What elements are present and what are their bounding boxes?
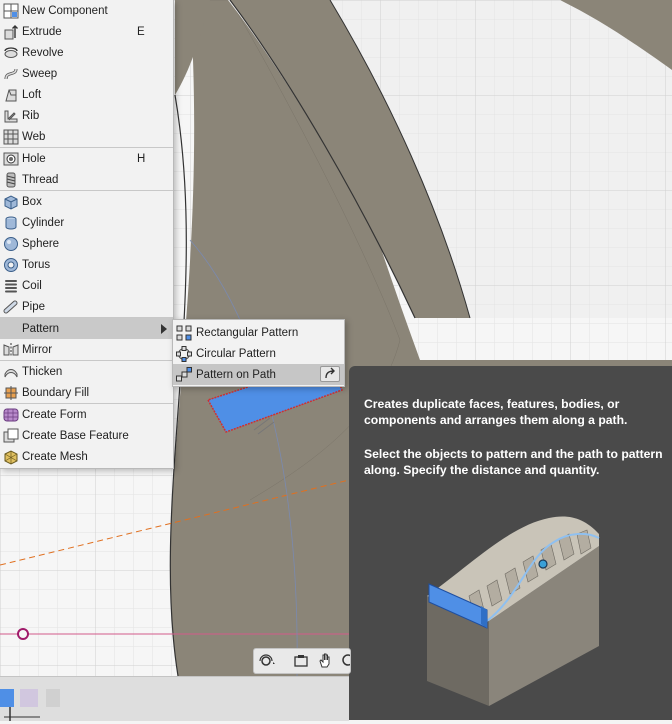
cylinder-icon (3, 215, 19, 231)
menu-item-label: Hole (22, 152, 46, 165)
menu-item-label: Extrude (22, 25, 62, 38)
sphere-icon (3, 236, 19, 252)
create-mesh-icon (3, 449, 19, 465)
menu-item-label: Revolve (22, 46, 64, 59)
create-base-feature-icon (3, 428, 19, 444)
menu-item-label: Pipe (22, 300, 46, 313)
boundary-fill-icon (3, 385, 19, 401)
menu-item-label: Create Mesh (22, 450, 88, 463)
menu-item-label: Pattern (22, 322, 60, 335)
menu-item-label: Boundary Fill (22, 386, 90, 399)
tooltip-pattern-on-path: Creates duplicate faces, features, bodie… (349, 366, 672, 720)
menu-item-cylinder[interactable]: Cylinder (0, 212, 173, 233)
pan-icon[interactable] (316, 652, 334, 670)
menu-item-label: Create Form (22, 408, 87, 421)
look-at-icon[interactable] (292, 652, 310, 670)
menu-item-rib[interactable]: Rib (0, 105, 173, 126)
menu-item-pipe[interactable]: Pipe (0, 296, 173, 317)
menu-item-extrude[interactable]: Extrude E (0, 21, 173, 42)
menu-item-create-mesh[interactable]: Create Mesh (0, 446, 173, 467)
tooltip-illustration (427, 516, 600, 706)
hole-icon (3, 151, 19, 167)
menu-item-label: Loft (22, 88, 42, 101)
menu-item-pattern[interactable]: Pattern (0, 318, 173, 339)
create-menu: New Component Extrude E Revolve Sweep Loft Rib… (0, 0, 174, 469)
menu-item-label: Thread (22, 173, 59, 186)
orbit-icon[interactable] (258, 652, 276, 670)
pin-icon (325, 367, 335, 379)
menu-item-thread[interactable]: Thread (0, 169, 173, 190)
menu-item-sweep[interactable]: Sweep (0, 63, 173, 84)
menu-item-boundary-fill[interactable]: Boundary Fill (0, 382, 173, 403)
thread-icon (3, 172, 19, 188)
menu-item-label: Sphere (22, 237, 60, 250)
revolve-icon (3, 45, 19, 61)
web-icon (3, 129, 19, 145)
menu-item-coil[interactable]: Coil (0, 275, 173, 296)
menu-item-torus[interactable]: Torus (0, 254, 173, 275)
rectangular-pattern-icon (176, 325, 192, 341)
navigation-toolbar (253, 648, 351, 674)
sweep-icon (3, 66, 19, 82)
menu-item-thicken[interactable]: Thicken (0, 361, 173, 382)
pin-to-toolbar-button[interactable] (320, 366, 340, 382)
submenu-item-label: Rectangular Pattern (196, 326, 299, 339)
pattern-on-path-icon (176, 366, 192, 383)
menu-item-label: Cylinder (22, 216, 65, 229)
submenu-item-circular-pattern[interactable]: Circular Pattern (173, 343, 344, 364)
submenu-item-label: Pattern on Path (196, 368, 276, 381)
pipe-icon (3, 299, 19, 315)
menu-item-create-base-feature[interactable]: Create Base Feature (0, 425, 173, 446)
submenu-arrow-icon (161, 323, 167, 334)
menu-item-mirror[interactable]: Mirror (0, 339, 173, 360)
menu-item-label: Mirror (22, 343, 53, 356)
torus-icon (3, 257, 19, 273)
menu-item-label: Create Base Feature (22, 429, 129, 442)
create-form-icon (3, 407, 19, 423)
menu-item-box[interactable]: Box (0, 191, 173, 212)
rib-icon (3, 108, 19, 124)
circular-pattern-icon (176, 345, 192, 362)
extrude-icon (3, 24, 19, 40)
menu-item-new-component[interactable]: New Component (0, 0, 173, 21)
thicken-icon (3, 364, 19, 380)
submenu-item-pattern-on-path[interactable]: Pattern on Path (173, 364, 344, 385)
menu-item-label: Sweep (22, 67, 58, 80)
zoom-icon[interactable] (340, 652, 350, 670)
menu-item-label: Thicken (22, 365, 63, 378)
menu-item-label: Web (22, 130, 46, 143)
menu-item-shortcut: E (137, 25, 145, 38)
menu-item-create-form[interactable]: Create Form (0, 404, 173, 425)
loft-icon (3, 87, 19, 103)
submenu-item-rectangular-pattern[interactable]: Rectangular Pattern (173, 322, 344, 343)
menu-item-sphere[interactable]: Sphere (0, 233, 173, 254)
menu-item-hole[interactable]: Hole H (0, 148, 173, 169)
box-icon (3, 194, 19, 210)
pattern-submenu: Rectangular Pattern Circular Pattern Patte… (172, 319, 345, 387)
menu-item-label: Box (22, 195, 42, 208)
coil-icon (3, 278, 19, 294)
timeline-markers (0, 689, 60, 721)
submenu-item-label: Circular Pattern (196, 347, 276, 360)
menu-item-loft[interactable]: Loft (0, 84, 173, 105)
menu-item-shortcut: H (137, 152, 146, 165)
menu-item-revolve[interactable]: Revolve (0, 42, 173, 63)
menu-item-label: Torus (22, 258, 51, 271)
menu-item-label: Rib (22, 109, 40, 122)
menu-item-label: New Component (22, 4, 108, 17)
new-component-icon (3, 3, 19, 19)
menu-item-label: Coil (22, 279, 42, 292)
tooltip-instructions: Select the objects to pattern and the pa… (364, 447, 663, 477)
menu-item-web[interactable]: Web (0, 126, 173, 147)
timeline-bar (0, 676, 349, 721)
tooltip-description: Creates duplicate faces, features, bodie… (364, 397, 628, 427)
mirror-icon (3, 342, 19, 358)
